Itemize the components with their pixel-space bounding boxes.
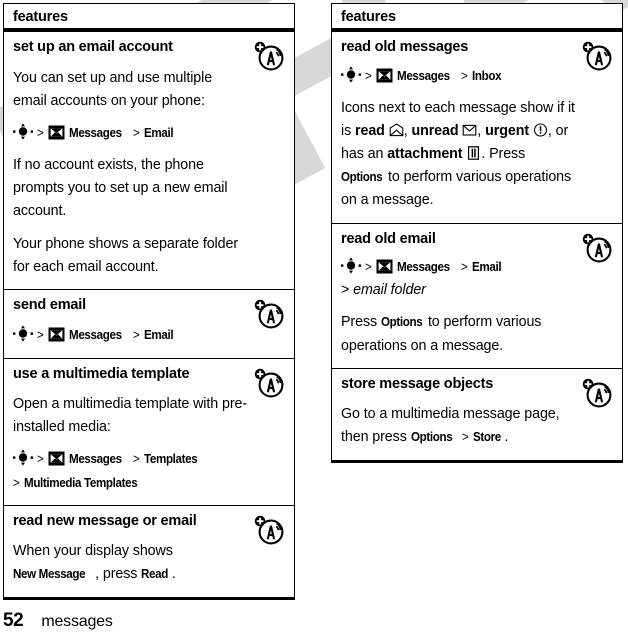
messages-icon: [48, 327, 65, 342]
closed-envelope-icon: [462, 122, 477, 136]
feature-title: store message objects: [341, 375, 494, 392]
menu-path: > Messages > Email: [13, 122, 248, 145]
open-envelope-icon: [389, 122, 404, 137]
feature-paragraph: Icons next to each message show if it is…: [341, 99, 575, 209]
wireless-a-icon: [580, 40, 615, 72]
path-separator: >: [13, 474, 20, 490]
section-name: messages: [41, 613, 113, 630]
wireless-a-icon: [580, 232, 615, 264]
wireless-a-icon: [252, 367, 287, 399]
features-header-label: features: [341, 9, 396, 25]
path-separator: >: [132, 451, 140, 467]
nav-key-icon: [13, 449, 33, 467]
features-header-label: features: [13, 9, 68, 25]
feature-title: send email: [13, 296, 86, 313]
feature-title: read old email: [341, 230, 436, 247]
wireless-a-icon: [580, 377, 615, 409]
messages-icon: [48, 451, 65, 466]
softkey-read[interactable]: Read: [141, 563, 168, 584]
feature-row-send-email[interactable]: send email > Messages > Email: [4, 289, 294, 359]
feature-paragraph: You can set up and use multiple email ac…: [13, 69, 213, 109]
feature-row-use-a-multimedia-template[interactable]: use a multimedia template Open a multime…: [4, 358, 294, 506]
exclamation-circle-icon: [533, 122, 548, 137]
softkey-options[interactable]: Options: [411, 426, 453, 447]
menu-path: > Messages > Email: [13, 324, 248, 347]
attachment-icon: [466, 145, 481, 160]
menu-item-email-folder[interactable]: email folder: [353, 282, 426, 298]
menu-path: > Messages > Templates > Multimedia Temp…: [13, 448, 248, 494]
path-separator: >: [36, 451, 44, 467]
nav-key-icon: [13, 123, 33, 140]
messages-icon: [376, 259, 393, 274]
display-text-new-message: New Message: [13, 566, 86, 582]
menu-path: > Messages > Inbox: [341, 65, 576, 88]
path-separator: >: [364, 67, 372, 83]
menu-item-messages[interactable]: Messages: [69, 122, 122, 143]
path-separator: >: [341, 282, 350, 299]
path-separator: >: [36, 327, 44, 343]
menu-item-messages[interactable]: Messages: [69, 448, 122, 469]
feature-row-read-old-messages[interactable]: read old messages > Messages > Inbox Ico…: [332, 32, 622, 224]
path-separator: >: [461, 429, 469, 445]
menu-item-store[interactable]: Store: [473, 426, 501, 447]
feature-title: read new message or email: [13, 512, 197, 529]
feature-table-left: set up an email account You can set up a…: [3, 32, 295, 600]
feature-row-store-message-objects[interactable]: store message objects Go to a multimedia…: [332, 368, 622, 460]
softkey-options[interactable]: Options: [341, 166, 383, 187]
wireless-a-icon: [252, 40, 287, 72]
feature-title: set up an email account: [13, 39, 173, 55]
status-label-attachment: attachment: [387, 146, 463, 163]
feature-row-read-old-email[interactable]: read old email > Messages > Email > emai…: [332, 223, 622, 369]
status-label-unread: unread: [411, 122, 459, 139]
menu-item-email[interactable]: Email: [144, 324, 174, 345]
menu-path: > Messages > Email > email folder: [341, 256, 576, 302]
messages-icon: [376, 68, 393, 83]
feature-row-read-new-message-or-email[interactable]: read new message or email When your disp…: [4, 505, 294, 597]
menu-item-email[interactable]: Email: [472, 256, 502, 277]
menu-item-inbox[interactable]: Inbox: [472, 65, 502, 86]
menu-item-email[interactable]: Email: [144, 122, 174, 143]
feature-paragraph: Your phone shows a separate folder for e…: [13, 235, 238, 275]
feature-row-set-up-an-email-account[interactable]: set up an email account You can set up a…: [4, 32, 294, 290]
path-separator: >: [132, 124, 140, 140]
path-separator: >: [364, 259, 372, 275]
wireless-a-icon: [252, 514, 287, 546]
feature-title: use a multimedia template: [13, 365, 190, 382]
feature-paragraph: If no account exists, the phone prompts …: [13, 157, 228, 220]
status-label-urgent: urgent: [485, 122, 530, 139]
page-footer: 52 messages: [3, 610, 113, 632]
features-header-left: features: [3, 3, 295, 32]
feature-table-right: read old messages > Messages > Inbox Ico…: [331, 32, 623, 463]
nav-key-icon: [341, 65, 361, 83]
manual-page: features set up an email account You can…: [0, 0, 628, 636]
path-separator: >: [460, 67, 468, 83]
messages-icon: [48, 125, 65, 140]
nav-key-icon: [13, 325, 33, 342]
features-header-right: features: [331, 3, 623, 32]
menu-item-messages[interactable]: Messages: [69, 324, 122, 345]
right-column: features read old messages > Messages > …: [331, 3, 623, 463]
path-separator: >: [460, 259, 468, 275]
feature-title: read old messages: [341, 39, 469, 55]
page-number: 52: [3, 610, 24, 631]
status-label-read: read: [355, 122, 385, 139]
feature-paragraph: When your display shows New Message, pre…: [13, 540, 248, 586]
menu-item-messages[interactable]: Messages: [397, 65, 450, 86]
wireless-a-icon: [252, 298, 287, 330]
path-separator: >: [132, 327, 140, 343]
menu-item-multimedia-templates[interactable]: Multimedia Templates: [24, 472, 138, 493]
nav-key-icon: [341, 257, 361, 274]
menu-item-templates[interactable]: Templates: [144, 448, 198, 469]
feature-paragraph: Open a multimedia template with pre-inst…: [13, 396, 247, 436]
menu-item-messages[interactable]: Messages: [397, 256, 450, 277]
path-separator: >: [36, 124, 44, 140]
softkey-options[interactable]: Options: [381, 311, 423, 332]
feature-paragraph: Go to a multimedia message page, then pr…: [341, 403, 576, 449]
left-column: features set up an email account You can…: [3, 3, 295, 600]
feature-paragraph: Press Options to perform various operatio…: [341, 311, 576, 357]
